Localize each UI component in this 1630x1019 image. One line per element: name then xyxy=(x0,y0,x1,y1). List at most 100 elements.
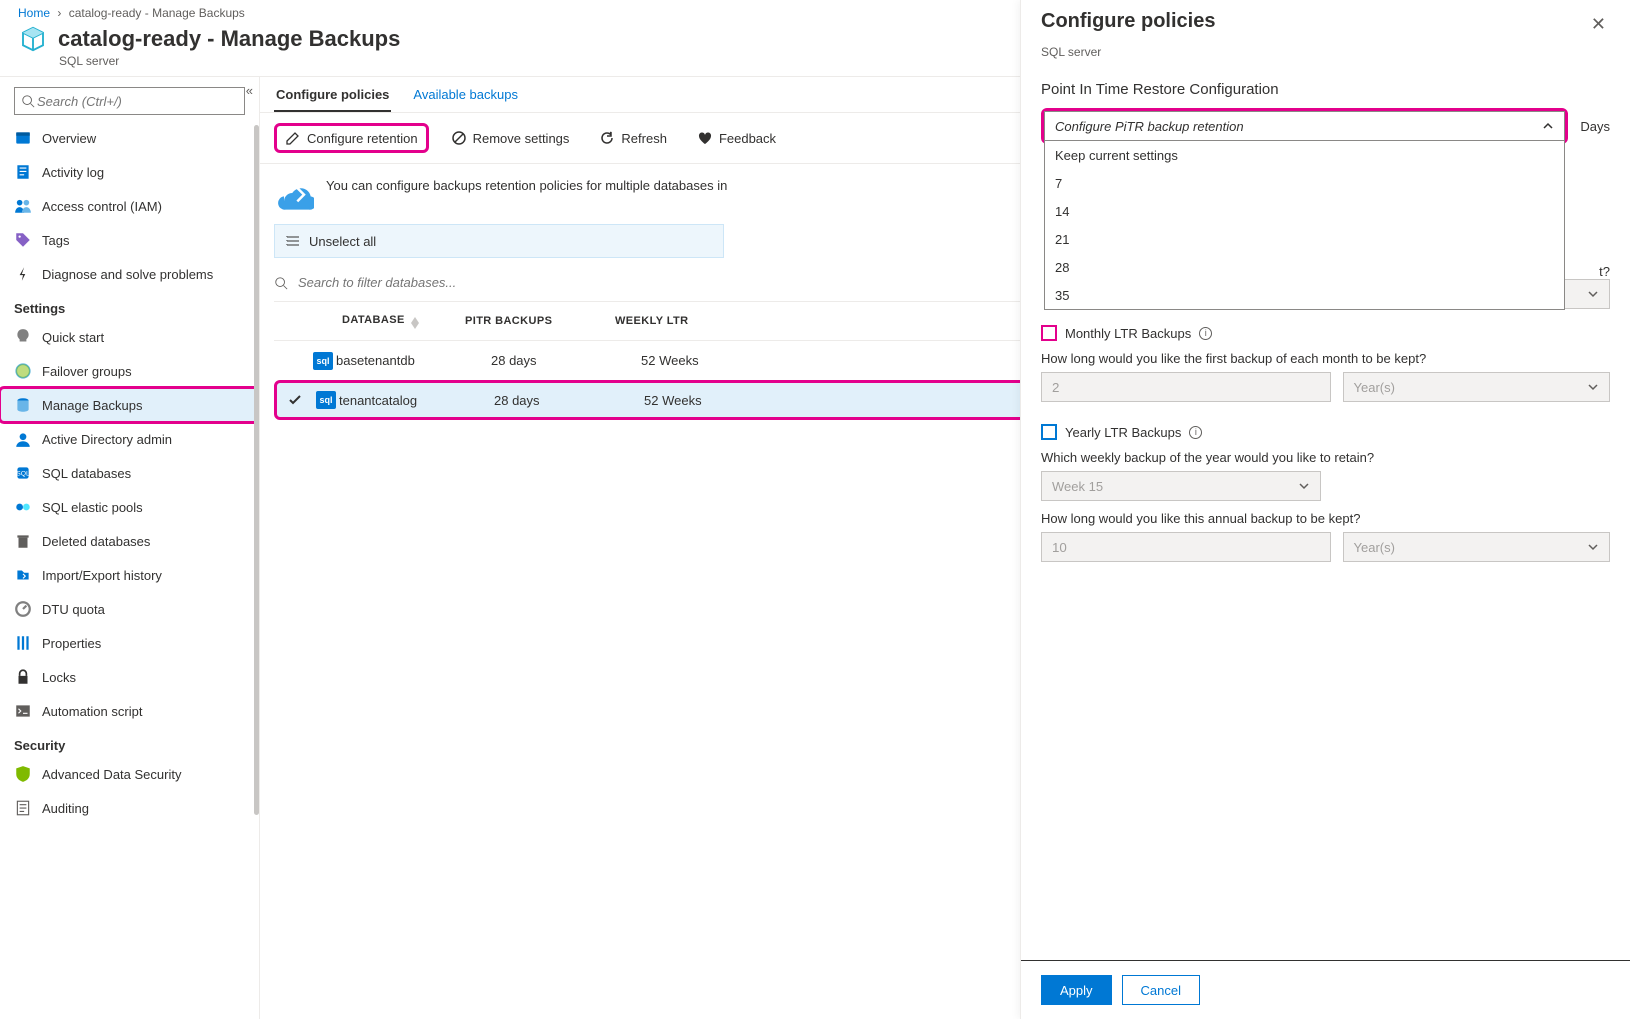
dropdown-option[interactable]: 21 xyxy=(1045,225,1564,253)
yearly-value-input[interactable] xyxy=(1041,532,1331,562)
button-label: Unselect all xyxy=(309,234,376,249)
failover-icon xyxy=(14,362,32,380)
nav-label: Locks xyxy=(42,670,76,685)
info-icon[interactable]: i xyxy=(1189,426,1202,439)
overview-icon xyxy=(14,129,32,147)
manage-backups-icon xyxy=(14,396,32,414)
nav-locks[interactable]: Locks xyxy=(0,660,259,694)
dropdown-option[interactable]: 28 xyxy=(1045,253,1564,281)
nav-section-security: Security xyxy=(0,728,259,757)
feedback-button[interactable]: Feedback xyxy=(689,126,784,150)
remove-icon xyxy=(451,130,467,146)
auditing-icon xyxy=(14,799,32,817)
nav-label: Active Directory admin xyxy=(42,432,172,447)
nav-quick-start[interactable]: Quick start xyxy=(0,320,259,354)
sort-icon[interactable] xyxy=(411,317,419,329)
sql-db-badge-icon: sql xyxy=(316,391,336,409)
dropdown-placeholder: Configure PiTR backup retention xyxy=(1055,119,1244,134)
nav-label: Diagnose and solve problems xyxy=(42,267,213,282)
monthly-ltr-checkbox[interactable] xyxy=(1041,325,1057,341)
activity-log-icon xyxy=(14,163,32,181)
nav-label: Import/Export history xyxy=(42,568,162,583)
nav-section-settings: Settings xyxy=(0,291,259,320)
row-checkbox[interactable] xyxy=(277,392,313,408)
filter-search-icon xyxy=(274,276,288,290)
lock-icon xyxy=(14,668,32,686)
col-pitr[interactable]: PITR BACKUPS xyxy=(465,315,615,327)
yearly-ltr-title: Yearly LTR Backups xyxy=(1065,425,1181,440)
nav-label: Properties xyxy=(42,636,101,651)
nav-access-control[interactable]: Access control (IAM) xyxy=(0,189,259,223)
nav-elastic-pools[interactable]: SQL elastic pools xyxy=(0,490,259,524)
nav-label: DTU quota xyxy=(42,602,105,617)
chevron-down-icon xyxy=(1587,288,1599,300)
nav-properties[interactable]: Properties xyxy=(0,626,259,660)
nav-label: Auditing xyxy=(42,801,89,816)
sidebar-search-input[interactable] xyxy=(35,93,238,110)
refresh-icon xyxy=(599,130,615,146)
sql-db-badge-icon: sql xyxy=(313,352,333,370)
nav-label: SQL databases xyxy=(42,466,131,481)
quick-start-icon xyxy=(14,328,32,346)
pitr-retention-dropdown[interactable]: Configure PiTR backup retention Keep cur… xyxy=(1041,108,1568,144)
chevron-down-icon xyxy=(1587,381,1599,393)
dropdown-option[interactable]: 14 xyxy=(1045,197,1564,225)
nav-automation-script[interactable]: Automation script xyxy=(0,694,259,728)
elastic-pools-icon xyxy=(14,498,32,516)
yearly-ltr-checkbox[interactable] xyxy=(1041,424,1057,440)
configure-retention-button[interactable]: Configure retention xyxy=(274,123,429,153)
nav-failover-groups[interactable]: Failover groups xyxy=(0,354,259,388)
cloud-info-icon xyxy=(274,178,314,210)
panel-title: Configure policies xyxy=(1041,10,1215,33)
close-panel-button[interactable]: ✕ xyxy=(1587,10,1610,39)
diagnose-icon xyxy=(14,265,32,283)
import-export-icon xyxy=(14,566,32,584)
dropdown-option[interactable]: 35 xyxy=(1045,281,1564,309)
panel-subtitle: SQL server xyxy=(1021,45,1630,73)
tab-configure-policies[interactable]: Configure policies xyxy=(274,87,391,112)
chevron-up-icon xyxy=(1542,120,1554,132)
yearly-week-dropdown[interactable]: Week 15 xyxy=(1041,471,1321,501)
trash-icon xyxy=(14,532,32,550)
cancel-button[interactable]: Cancel xyxy=(1122,975,1200,1005)
unselect-all-button[interactable]: Unselect all xyxy=(274,224,724,258)
unit-value: Year(s) xyxy=(1354,380,1395,395)
db-name: basetenantdb xyxy=(336,353,415,368)
dropdown-option[interactable]: 7 xyxy=(1045,169,1564,197)
info-icon[interactable]: i xyxy=(1199,327,1212,340)
remove-settings-button[interactable]: Remove settings xyxy=(443,126,578,150)
nav-label: Tags xyxy=(42,233,69,248)
tab-available-backups[interactable]: Available backups xyxy=(411,87,520,112)
yearly-question-2: How long would you like this annual back… xyxy=(1041,511,1610,526)
nav-tags[interactable]: Tags xyxy=(0,223,259,257)
nav-deleted-db[interactable]: Deleted databases xyxy=(0,524,259,558)
col-database[interactable]: DATABASE xyxy=(342,314,405,326)
monthly-value-input[interactable] xyxy=(1041,372,1331,402)
apply-button[interactable]: Apply xyxy=(1041,975,1112,1005)
edit-icon xyxy=(285,130,301,146)
refresh-button[interactable]: Refresh xyxy=(591,126,675,150)
button-label: Configure retention xyxy=(307,131,418,146)
nav-diagnose[interactable]: Diagnose and solve problems xyxy=(0,257,259,291)
dropdown-option[interactable]: Keep current settings xyxy=(1045,141,1564,169)
nav-manage-backups[interactable]: Manage Backups xyxy=(0,388,259,422)
sidebar-search[interactable] xyxy=(14,87,245,115)
monthly-unit-dropdown[interactable]: Year(s) xyxy=(1343,372,1611,402)
week-value: Week 15 xyxy=(1052,479,1103,494)
collapse-sidebar-icon[interactable]: « xyxy=(246,83,253,98)
shield-icon xyxy=(14,765,32,783)
nav-advanced-security[interactable]: Advanced Data Security xyxy=(0,757,259,791)
nav-overview[interactable]: Overview xyxy=(0,121,259,155)
ad-admin-icon xyxy=(14,430,32,448)
sidebar-scrollbar[interactable] xyxy=(254,125,259,815)
properties-icon xyxy=(14,634,32,652)
nav-ad-admin[interactable]: Active Directory admin xyxy=(0,422,259,456)
nav-import-export[interactable]: Import/Export history xyxy=(0,558,259,592)
nav-sql-databases[interactable]: SQLSQL databases xyxy=(0,456,259,490)
nav-activity-log[interactable]: Activity log xyxy=(0,155,259,189)
nav-dtu-quota[interactable]: DTU quota xyxy=(0,592,259,626)
yearly-unit-dropdown[interactable]: Year(s) xyxy=(1343,532,1611,562)
db-name: tenantcatalog xyxy=(339,393,417,408)
nav-auditing[interactable]: Auditing xyxy=(0,791,259,825)
breadcrumb-home[interactable]: Home xyxy=(18,6,50,20)
